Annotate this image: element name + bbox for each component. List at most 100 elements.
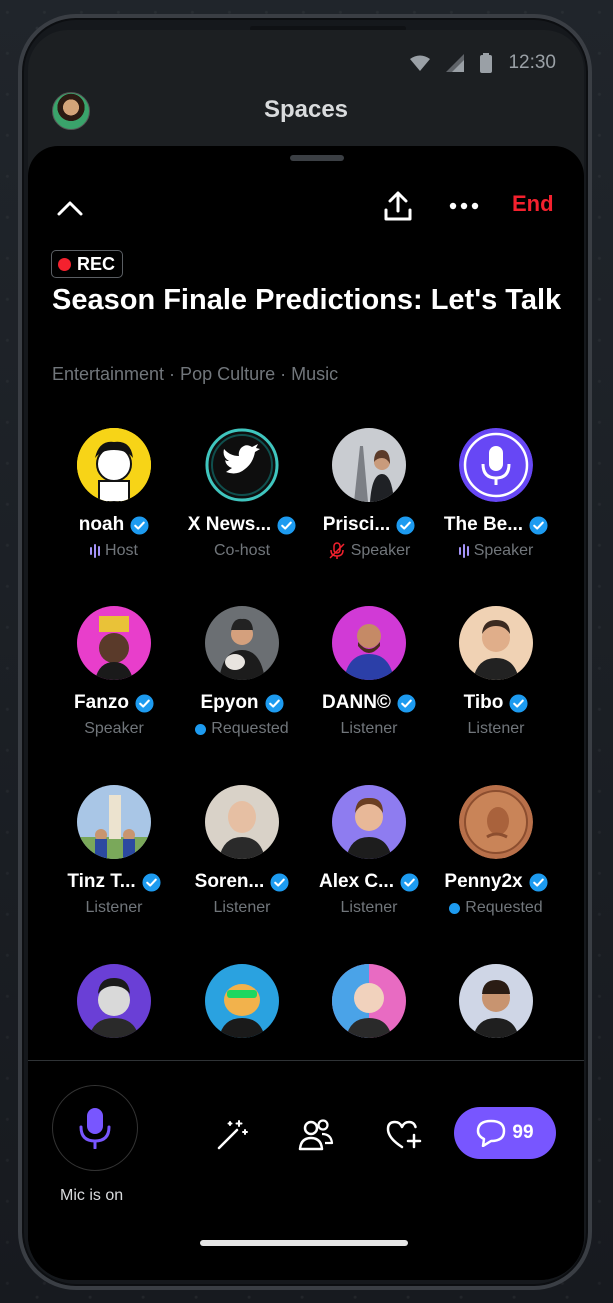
participant-role: Listener bbox=[467, 720, 525, 737]
participant-name: Tibo bbox=[463, 692, 504, 713]
participant-name: Fanzo bbox=[74, 692, 129, 713]
participant-name: DANN© bbox=[322, 692, 391, 713]
avatar bbox=[205, 428, 279, 502]
participant-row4-3[interactable] bbox=[305, 964, 433, 1038]
avatar bbox=[332, 428, 406, 502]
end-button[interactable]: End bbox=[512, 191, 554, 217]
wifi-icon bbox=[410, 55, 431, 71]
spaces-header: Spaces bbox=[28, 90, 584, 140]
mic-muted-icon bbox=[329, 542, 345, 559]
participant-fanzo[interactable]: Fanzo Speaker bbox=[50, 606, 178, 738]
participant-name: Alex C... bbox=[319, 871, 394, 892]
react-button[interactable] bbox=[384, 1115, 424, 1155]
mic-button[interactable] bbox=[52, 1085, 138, 1171]
more-icon bbox=[449, 202, 479, 210]
avatar bbox=[205, 785, 279, 859]
battery-icon bbox=[480, 53, 493, 73]
participant-prisci[interactable]: Prisci... Speaker bbox=[305, 428, 433, 560]
participant-row4-2[interactable] bbox=[178, 964, 306, 1038]
verified-badge-icon bbox=[396, 515, 415, 535]
avatar bbox=[332, 964, 406, 1038]
participant-role: Co-host bbox=[213, 542, 271, 559]
participant-epyon[interactable]: Epyon Requested bbox=[178, 606, 306, 738]
verified-badge-icon bbox=[130, 515, 149, 535]
space-sheet: End REC Season Finale Predictions: Let's… bbox=[28, 146, 584, 1280]
space-topics: Entertainment · Pop Culture · Music bbox=[52, 364, 339, 384]
verified-badge-icon bbox=[277, 515, 296, 535]
requested-dot-icon bbox=[449, 902, 461, 914]
participant-noah[interactable]: noah Host bbox=[50, 428, 178, 560]
people-button[interactable] bbox=[296, 1115, 336, 1155]
verified-badge-icon bbox=[509, 693, 528, 713]
participant-x-news[interactable]: X News... Co-host bbox=[178, 428, 306, 560]
participant-role: Speaker bbox=[473, 542, 534, 559]
participant-tibo[interactable]: Tibo Listener bbox=[432, 606, 560, 738]
comment-icon bbox=[477, 1119, 506, 1147]
participant-tinz[interactable]: Tinz T... Listener bbox=[50, 785, 178, 917]
verified-badge-icon bbox=[142, 872, 161, 892]
avatar bbox=[459, 785, 533, 859]
verified-badge-icon bbox=[270, 872, 289, 892]
avatar bbox=[205, 606, 279, 680]
share-icon bbox=[384, 191, 412, 221]
verified-badge-icon bbox=[529, 872, 548, 892]
phone-screen: 12:30 Spaces End REC Season Finale Predi… bbox=[28, 30, 584, 1280]
participant-role: Listener bbox=[340, 899, 398, 916]
requested-dot-icon bbox=[195, 723, 207, 735]
speaking-bars-icon bbox=[458, 544, 469, 558]
rec-badge: REC bbox=[51, 250, 124, 278]
avatar bbox=[77, 785, 151, 859]
mic-icon bbox=[79, 1108, 111, 1149]
participant-role: Requested bbox=[211, 720, 289, 737]
participant-role: Speaker bbox=[84, 720, 144, 737]
signal-icon bbox=[446, 54, 465, 72]
avatar bbox=[77, 428, 151, 502]
participant-row4-1[interactable] bbox=[50, 964, 178, 1038]
participant-the-be[interactable]: The Be... Speaker bbox=[432, 428, 560, 560]
share-button[interactable] bbox=[376, 184, 420, 228]
verified-badge-icon bbox=[529, 515, 548, 535]
participant-penny2x[interactable]: Penny2x Requested bbox=[432, 785, 560, 917]
participant-name: Prisci... bbox=[322, 514, 391, 535]
chevron-up-icon bbox=[57, 201, 83, 216]
avatar bbox=[459, 428, 533, 502]
participant-row4-4[interactable] bbox=[432, 964, 560, 1038]
participant-name: X News... bbox=[187, 514, 272, 535]
avatar bbox=[77, 964, 151, 1038]
verified-badge-icon bbox=[135, 693, 154, 713]
space-title: Season Finale Predictions: Let's Talk bbox=[52, 284, 562, 316]
heart-plus-icon bbox=[386, 1120, 422, 1149]
home-indicator[interactable] bbox=[200, 1240, 408, 1246]
avatar bbox=[205, 964, 279, 1038]
participant-alex[interactable]: Alex C... Listener bbox=[305, 785, 433, 917]
speaking-bars-icon bbox=[90, 544, 101, 558]
avatar bbox=[459, 964, 533, 1038]
participant-role: Requested bbox=[465, 899, 543, 916]
verified-badge-icon bbox=[400, 872, 419, 892]
comment-count: 99 bbox=[512, 1122, 534, 1143]
people-icon bbox=[298, 1119, 334, 1151]
participant-role: Listener bbox=[213, 899, 271, 916]
participant-dann[interactable]: DANN© Listener bbox=[305, 606, 433, 738]
comments-button[interactable]: 99 bbox=[454, 1107, 556, 1159]
collapse-button[interactable] bbox=[50, 188, 90, 228]
magic-wand-icon bbox=[217, 1120, 248, 1150]
bottom-bar: Mic is on 99 bbox=[28, 1061, 584, 1280]
participant-name: Soren... bbox=[194, 871, 265, 892]
more-button[interactable] bbox=[442, 186, 486, 226]
participant-name: Penny2x bbox=[444, 871, 523, 892]
participant-name: Tinz T... bbox=[67, 871, 136, 892]
participant-name: The Be... bbox=[443, 514, 524, 535]
sheet-grabber[interactable] bbox=[290, 155, 344, 161]
participant-soren[interactable]: Soren... Listener bbox=[178, 785, 306, 917]
effects-button[interactable] bbox=[212, 1115, 252, 1155]
rec-label: REC bbox=[77, 253, 116, 274]
participant-role: Host bbox=[105, 542, 138, 559]
avatar bbox=[459, 606, 533, 680]
participant-role: Listener bbox=[340, 720, 398, 737]
participant-role: Speaker bbox=[350, 542, 411, 559]
mic-status-label: Mic is on bbox=[60, 1187, 124, 1204]
participant-role: Listener bbox=[85, 899, 143, 916]
avatar bbox=[332, 606, 406, 680]
verified-badge-icon bbox=[397, 693, 416, 713]
